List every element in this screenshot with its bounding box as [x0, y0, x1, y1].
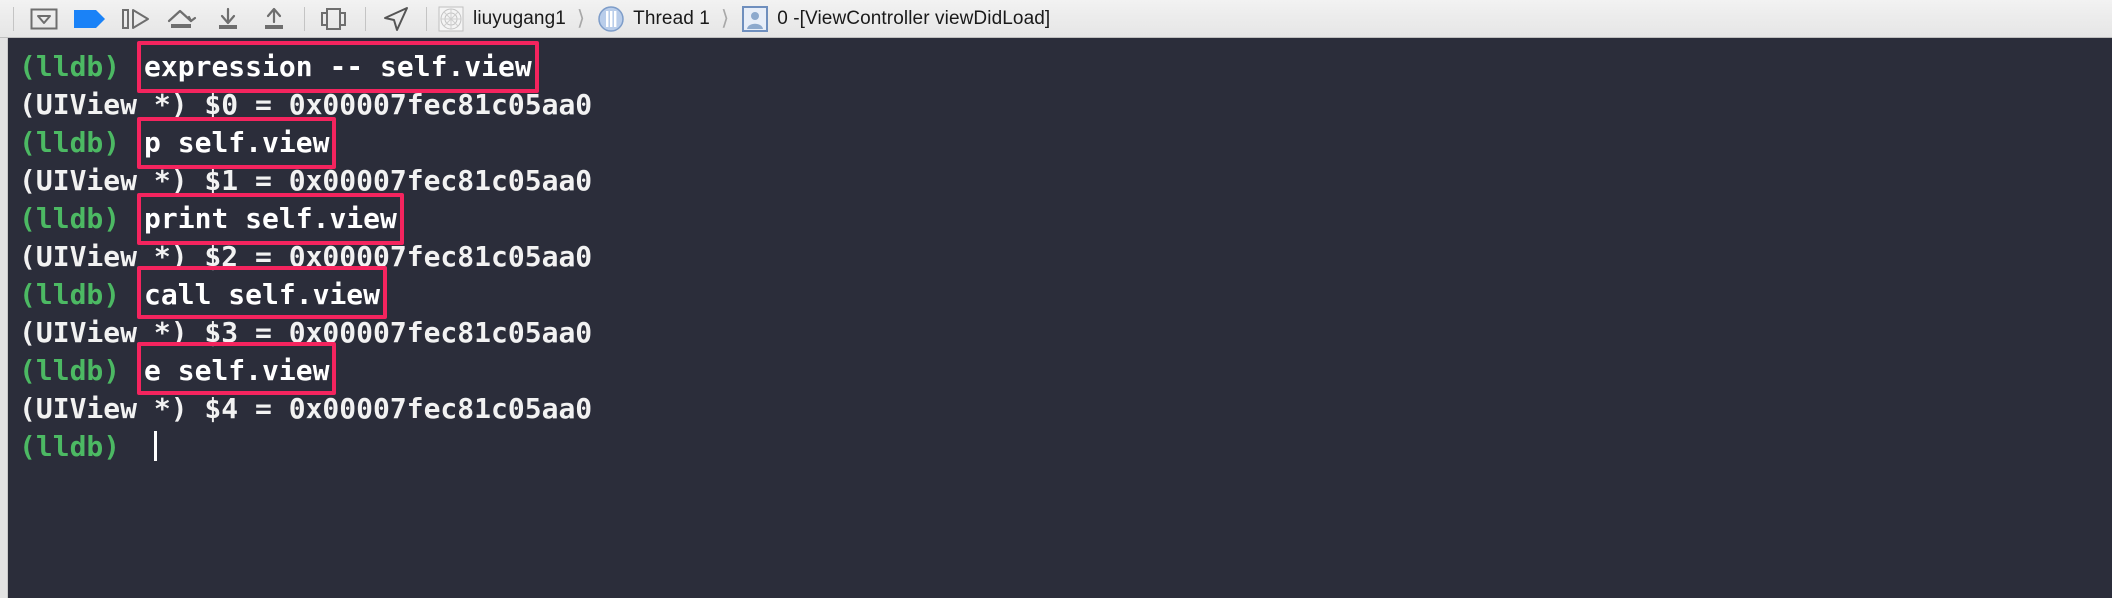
process-icon	[436, 4, 466, 34]
command-result: (UIView *) $1 = 0x00007fec81c05aa0	[19, 164, 593, 197]
breadcrumb-thread-label: Thread 1	[633, 7, 710, 29]
command-result: (UIView *) $2 = 0x00007fec81c05aa0	[19, 240, 593, 273]
command-result: (UIView *) $0 = 0x00007fec81c05aa0	[19, 88, 593, 121]
breadcrumb-process[interactable]: liuyugang1	[434, 0, 568, 38]
breadcrumb-process-label: liuyugang1	[473, 7, 566, 29]
stack-frame-icon	[740, 4, 770, 34]
lldb-console-output[interactable]: (lldb) expression -- self.view (UIView *…	[9, 38, 2112, 598]
hide-debug-area-button[interactable]	[21, 4, 67, 34]
simulate-location-button[interactable]	[373, 4, 419, 34]
console-result-line: (UIView *) $4 = 0x00007fec81c05aa0	[19, 390, 2112, 428]
console-command-line: (lldb) p self.view	[19, 117, 2112, 169]
continue-button[interactable]	[67, 4, 113, 34]
step-out-icon	[260, 7, 288, 31]
xcode-debug-window: liuyugang1 ⟩ Thread 1 ⟩ 0 -[ViewControll…	[0, 0, 2112, 598]
highlighted-command: e self.view	[137, 342, 337, 395]
console-result-line: (UIView *) $0 = 0x00007fec81c05aa0	[19, 86, 2112, 124]
highlighted-command: call self.view	[137, 266, 388, 319]
step-into-button[interactable]	[205, 4, 251, 34]
debug-toolbar: liuyugang1 ⟩ Thread 1 ⟩ 0 -[ViewControll…	[0, 0, 2112, 38]
toolbar-divider	[13, 6, 14, 31]
lldb-prompt: (lldb)	[19, 354, 121, 387]
highlighted-command: p self.view	[137, 117, 337, 169]
debug-view-hierarchy-button[interactable]	[312, 4, 358, 34]
step-over-icon	[121, 8, 151, 30]
toolbar-divider	[304, 6, 305, 31]
highlighted-command: print self.view	[137, 193, 404, 245]
step-over-button[interactable]	[113, 4, 159, 34]
step-over-instruction-button[interactable]	[159, 4, 205, 34]
highlighted-command: expression -- self.view	[137, 41, 539, 93]
toolbar-divider	[426, 6, 427, 31]
lldb-prompt: (lldb)	[19, 278, 121, 311]
chevron-right-icon: ⟩	[576, 7, 586, 30]
breadcrumb: liuyugang1 ⟩ Thread 1 ⟩ 0 -[ViewControll…	[434, 0, 1052, 38]
lldb-prompt: (lldb)	[19, 50, 121, 83]
lldb-prompt: (lldb)	[19, 202, 121, 235]
lldb-prompt: (lldb)	[19, 126, 121, 159]
continue-flag-icon	[74, 9, 106, 29]
thread-icon	[596, 4, 626, 34]
console-input-line[interactable]: (lldb)	[19, 428, 2112, 466]
location-arrow-icon	[382, 6, 410, 32]
debug-console-area: (lldb) expression -- self.view (UIView *…	[0, 38, 2112, 598]
text-cursor	[153, 431, 157, 461]
console-gutter	[0, 38, 8, 598]
panel-toggle-icon	[30, 8, 58, 30]
console-command-line: (lldb) expression -- self.view	[19, 41, 2112, 93]
console-result-line: (UIView *) $2 = 0x00007fec81c05aa0	[19, 238, 2112, 276]
lldb-prompt: (lldb)	[19, 430, 121, 463]
step-over-arc-icon	[165, 7, 199, 31]
chevron-right-icon: ⟩	[720, 7, 730, 30]
view-hierarchy-icon	[320, 7, 350, 31]
command-result: (UIView *) $4 = 0x00007fec81c05aa0	[19, 392, 593, 425]
console-command-line: (lldb) print self.view	[19, 193, 2112, 245]
console-result-line: (UIView *) $3 = 0x00007fec81c05aa0	[19, 314, 2112, 352]
breadcrumb-thread[interactable]: Thread 1	[594, 0, 712, 38]
step-out-button[interactable]	[251, 4, 297, 34]
step-into-icon	[214, 7, 242, 31]
command-result: (UIView *) $3 = 0x00007fec81c05aa0	[19, 316, 593, 349]
console-command-line: (lldb) call self.view	[19, 266, 2112, 319]
toolbar-divider	[365, 6, 366, 31]
breadcrumb-frame[interactable]: 0 -[ViewController viewDidLoad]	[738, 0, 1052, 38]
console-command-line: (lldb) e self.view	[19, 342, 2112, 395]
console-result-line: (UIView *) $1 = 0x00007fec81c05aa0	[19, 162, 2112, 200]
breadcrumb-frame-label: 0 -[ViewController viewDidLoad]	[777, 7, 1051, 29]
